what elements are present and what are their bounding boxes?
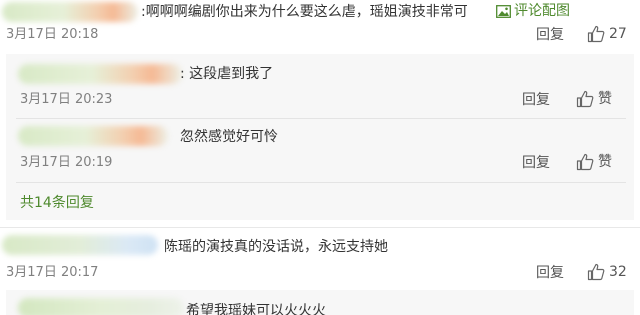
like-count: 32 xyxy=(609,264,627,280)
thumbs-up-icon xyxy=(587,25,605,43)
blurred-username xyxy=(2,2,138,22)
comment-timestamp: 3月17日 20:17 xyxy=(6,265,99,280)
comment-picture-label: 评论配图 xyxy=(514,3,570,19)
blurred-username xyxy=(18,298,184,315)
reply-button[interactable]: 回复 xyxy=(536,27,564,43)
thumbs-up-icon xyxy=(587,263,605,281)
comment-text: :啊啊啊编剧你出来为什么要这么虐，瑶姐演技非常可 xyxy=(141,4,468,20)
divider xyxy=(16,118,626,119)
comment-picture-link[interactable]: 评论配图 xyxy=(496,3,570,19)
reply-button[interactable]: 回复 xyxy=(522,92,550,108)
reply-text: : 这段虐到我了 xyxy=(180,66,274,82)
like-button[interactable]: 27 xyxy=(587,25,627,43)
reply-text: 忽然感觉好可怜 xyxy=(180,129,278,145)
like-button[interactable]: 赞 xyxy=(576,90,612,108)
divider xyxy=(16,182,626,183)
reply-button[interactable]: 回复 xyxy=(536,265,564,281)
comment-text: 陈瑶的演技真的没话说，永远支持她 xyxy=(164,239,388,255)
comment-divider xyxy=(0,227,640,228)
thumbs-up-icon xyxy=(576,90,594,108)
reply-button[interactable]: 回复 xyxy=(522,155,550,171)
like-label: 赞 xyxy=(598,91,612,107)
more-replies-link[interactable]: 共14条回复 xyxy=(20,195,94,211)
like-label: 赞 xyxy=(598,154,612,170)
comment-timestamp: 3月17日 20:18 xyxy=(6,27,99,42)
blurred-username xyxy=(18,64,182,84)
image-icon xyxy=(496,4,511,18)
like-button[interactable]: 赞 xyxy=(576,153,612,171)
blurred-username xyxy=(2,235,158,255)
reply-timestamp: 3月17日 20:23 xyxy=(20,92,113,107)
like-button[interactable]: 32 xyxy=(587,263,627,281)
reply-text: 希望我瑶妹可以火火火 xyxy=(186,303,326,315)
blurred-username xyxy=(18,126,168,146)
like-count: 27 xyxy=(609,26,627,42)
thumbs-up-icon xyxy=(576,153,594,171)
reply-timestamp: 3月17日 20:19 xyxy=(20,155,113,170)
